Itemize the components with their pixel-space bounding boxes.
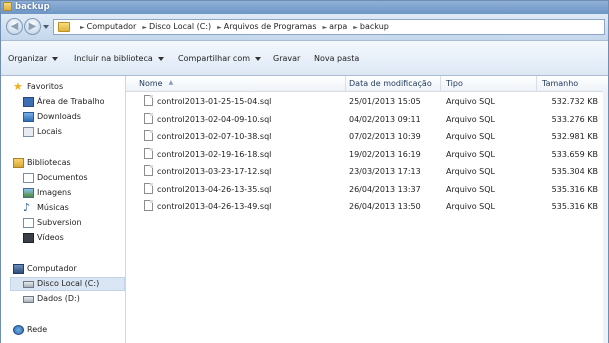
file-type: Arquivo SQL	[446, 114, 495, 124]
chevron-right-icon[interactable]: ►	[142, 24, 147, 31]
file-list: Nome ▲ Data de modificação Tipo Tamanho c…	[126, 76, 608, 343]
table-row[interactable]: control2013-02-04-09-10.sql 04/02/2013 09…	[126, 111, 608, 128]
chevron-down-icon	[52, 56, 59, 61]
file-modified: 26/04/2013 13:37	[349, 184, 421, 194]
table-row[interactable]: control2013-02-07-10-38.sql 07/02/2013 10…	[126, 128, 608, 145]
file-size: 535.304 KB	[551, 167, 598, 176]
computer-icon	[13, 264, 24, 274]
chevron-right-icon[interactable]: ►	[353, 24, 358, 31]
address-bar[interactable]: ► Computador ► Disco Local (C:) ► Arquivos de…	[53, 19, 605, 35]
folder-icon	[58, 22, 70, 32]
file-size: 535.316 KB	[551, 202, 598, 211]
chevron-right-icon[interactable]: ►	[323, 24, 328, 31]
file-size: 533.276 KB	[551, 114, 598, 124]
column-header-size[interactable]: Tamanho	[542, 79, 578, 88]
library-folder-icon	[23, 218, 34, 228]
file-modified: 19/02/2013 16:19	[349, 149, 421, 159]
file-name: control2013-04-26-13-49.sql	[157, 202, 272, 211]
images-icon	[23, 188, 34, 198]
recent-pages-dropdown[interactable]	[43, 25, 49, 29]
file-modified: 25/01/2013 15:05	[349, 97, 421, 106]
drive-icon	[23, 296, 34, 303]
file-type: Arquivo SQL	[446, 202, 495, 211]
command-bar: Organizar Incluir na biblioteca Comparti…	[1, 40, 608, 76]
recent-places-icon	[23, 127, 34, 137]
breadcrumb-program-files[interactable]: Arquivos de Programas	[224, 22, 317, 31]
file-type: Arquivo SQL	[446, 184, 495, 194]
file-modified: 26/04/2013 13:50	[349, 202, 421, 211]
breadcrumb: ► Computador ► Disco Local (C:) ► Arquivos de…	[76, 22, 391, 31]
window-title: backup	[15, 2, 50, 12]
desktop-icon	[23, 97, 34, 107]
explorer-window: backup ◀ ▶ ► Computador ► Disco Local (C:) ►…	[0, 0, 609, 343]
table-row[interactable]: control2013-01-25-15-04.sql 25/01/2013 15…	[126, 93, 608, 110]
sql-file-icon	[144, 182, 153, 194]
music-icon: ♪	[23, 201, 31, 214]
column-headers: Nome ▲ Data de modificação Tipo Tamanho	[126, 76, 608, 92]
breadcrumb-arpa[interactable]: arpa	[329, 22, 347, 31]
videos-icon	[23, 233, 34, 243]
sql-file-icon	[144, 112, 153, 124]
back-button[interactable]: ◀	[6, 18, 23, 35]
file-modified: 07/02/2013 10:39	[349, 132, 421, 141]
file-size: 532.732 KB	[551, 97, 598, 106]
file-name: control2013-02-19-16-18.sql	[157, 149, 272, 159]
breadcrumb-local-disk[interactable]: Disco Local (C:)	[149, 22, 211, 31]
file-type: Arquivo SQL	[446, 97, 495, 106]
file-name: control2013-01-25-15-04.sql	[157, 97, 272, 106]
table-row[interactable]: control2013-04-26-13-35.sql 26/04/2013 13…	[126, 181, 608, 198]
sql-file-icon	[144, 200, 153, 211]
folder-icon	[3, 2, 12, 11]
column-header-type[interactable]: Tipo	[446, 79, 463, 88]
sql-file-icon	[144, 147, 153, 159]
file-name: control2013-03-23-17-12.sql	[157, 167, 272, 176]
sql-file-icon	[144, 130, 153, 141]
navigation-bar: ◀ ▶ ► Computador ► Disco Local (C:) ► Arquivo…	[1, 14, 608, 40]
sort-ascending-icon: ▲	[168, 79, 174, 86]
burn-button[interactable]: Gravar	[273, 54, 300, 63]
navigation-pane: ★ Favoritos Área de Trabalho Downloads L…	[1, 76, 126, 343]
title-bar[interactable]: backup	[1, 1, 608, 14]
chevron-down-icon	[157, 56, 164, 61]
downloads-icon	[23, 112, 34, 122]
drive-icon	[23, 281, 34, 288]
sql-file-icon	[144, 165, 153, 176]
file-modified: 23/03/2013 17:13	[349, 167, 421, 176]
documents-icon	[23, 173, 34, 183]
chevron-down-icon	[255, 56, 262, 61]
new-folder-button[interactable]: Nova pasta	[314, 54, 359, 63]
organize-button[interactable]: Organizar	[8, 54, 59, 63]
sql-file-icon	[144, 95, 153, 106]
column-header-name[interactable]: Nome ▲	[139, 79, 173, 88]
table-row[interactable]: control2013-02-19-16-18.sql 19/02/2013 16…	[126, 146, 608, 163]
file-size: 533.659 KB	[551, 149, 598, 159]
breadcrumb-backup[interactable]: backup	[360, 22, 389, 31]
breadcrumb-computer[interactable]: Computador	[87, 22, 137, 31]
share-button[interactable]: Compartilhar com	[178, 54, 262, 63]
column-divider[interactable]	[536, 76, 537, 91]
file-type: Arquivo SQL	[446, 167, 495, 176]
table-row[interactable]: control2013-04-26-13-49.sql 26/04/2013 13…	[126, 198, 608, 215]
libraries-icon	[13, 158, 24, 168]
file-size: 532.981 KB	[551, 132, 598, 141]
file-name: control2013-02-04-09-10.sql	[157, 114, 272, 124]
file-name: control2013-02-07-10-38.sql	[157, 132, 272, 141]
file-name: control2013-04-26-13-35.sql	[157, 184, 272, 194]
star-icon: ★	[13, 80, 23, 93]
chevron-right-icon[interactable]: ►	[217, 24, 222, 31]
column-divider[interactable]	[345, 76, 346, 91]
vertical-scrollbar[interactable]	[603, 91, 608, 343]
chevron-right-icon[interactable]: ►	[80, 24, 85, 31]
table-row[interactable]: control2013-03-23-17-12.sql 23/03/2013 17…	[126, 163, 608, 180]
file-size: 535.316 KB	[551, 184, 598, 194]
file-modified: 04/02/2013 09:11	[349, 114, 421, 124]
file-type: Arquivo SQL	[446, 132, 495, 141]
forward-button[interactable]: ▶	[24, 18, 41, 35]
column-header-modified[interactable]: Data de modificação	[349, 79, 432, 88]
network-icon	[13, 325, 24, 335]
file-type: Arquivo SQL	[446, 149, 495, 159]
include-library-button[interactable]: Incluir na biblioteca	[74, 54, 164, 63]
column-divider[interactable]	[440, 76, 441, 91]
